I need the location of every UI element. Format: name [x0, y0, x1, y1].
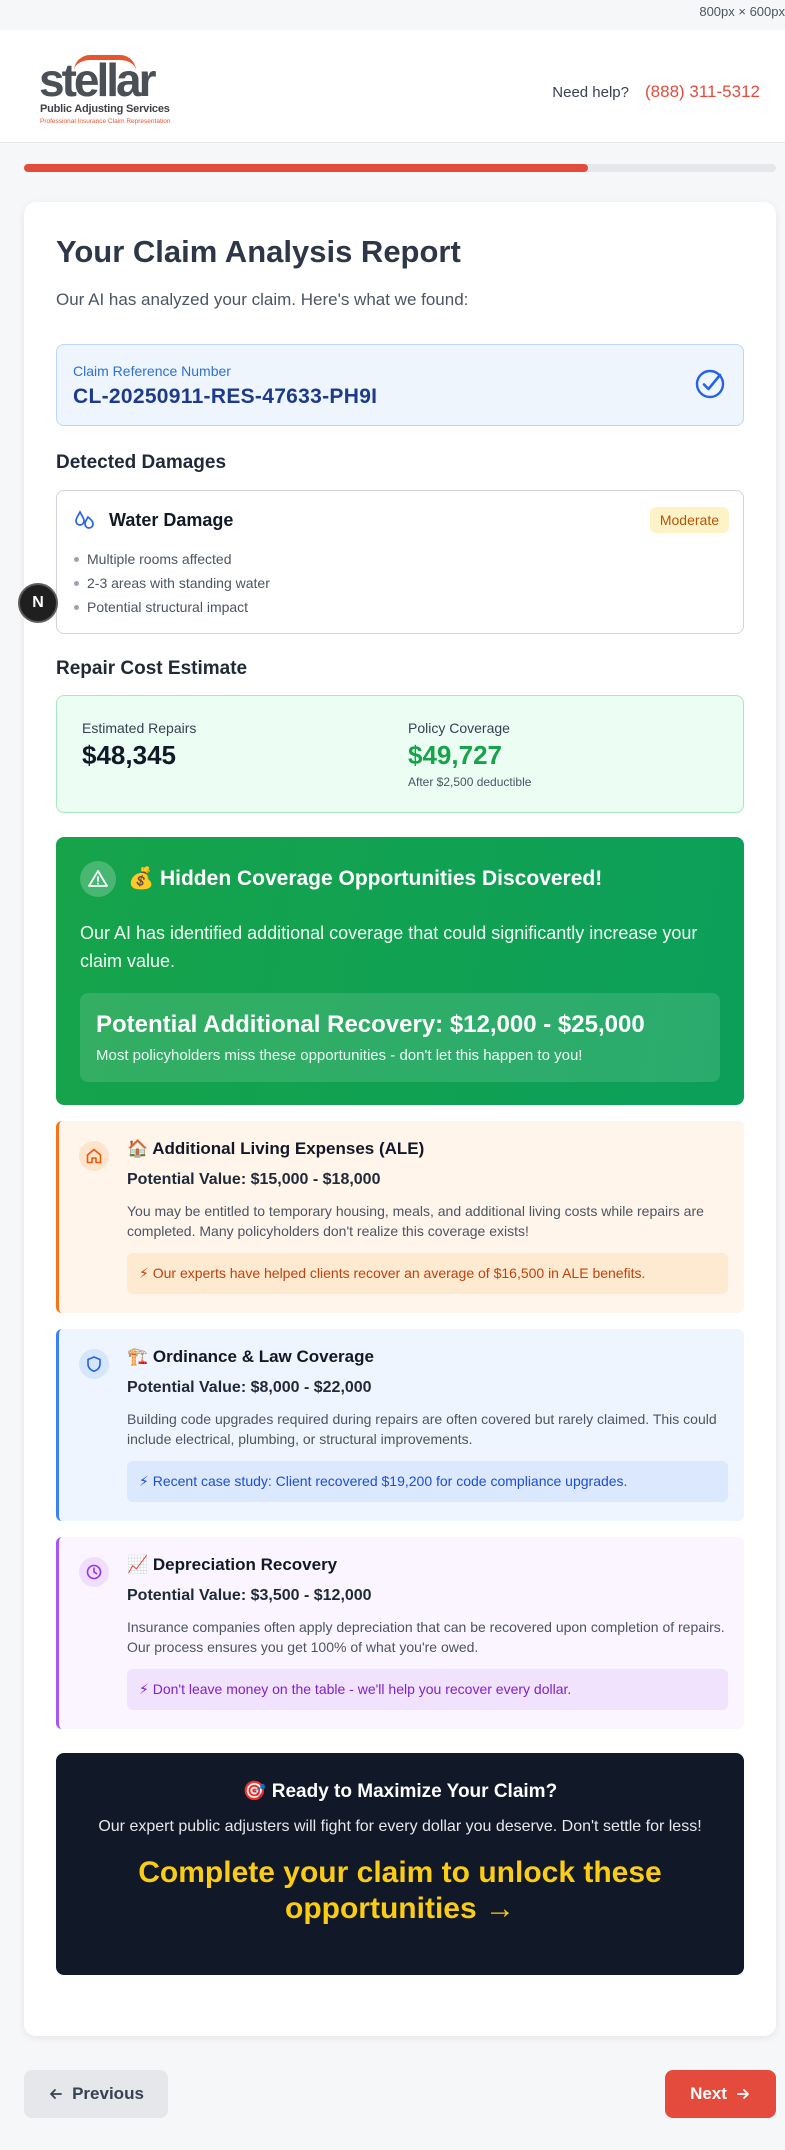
progress-fill	[24, 164, 588, 172]
phone-link[interactable]: (888) 311-5312	[645, 82, 760, 102]
next-button-label: Next	[690, 2084, 727, 2103]
potential-recovery-title: Potential Additional Recovery: $12,000 -…	[96, 1011, 645, 1038]
claim-reference-label: Claim Reference Number	[73, 363, 231, 379]
cta-banner: 🎯 Ready to Maximize Your Claim? Our expe…	[56, 1753, 744, 1975]
page-title: Your Claim Analysis Report	[56, 234, 461, 269]
page-subtitle: Our AI has analyzed your claim. Here's w…	[56, 290, 469, 309]
logo-subtitle: Public Adjusting Services	[40, 103, 170, 115]
hidden-coverage-banner: 💰 Hidden Coverage Opportunities Discover…	[56, 837, 744, 1105]
opportunity-tip: ⚡ Recent case study: Client recovered $1…	[127, 1461, 728, 1502]
progress-bar	[24, 164, 776, 172]
severity-badge: Moderate	[649, 507, 729, 533]
opportunity-description: Building code upgrades required during r…	[127, 1411, 717, 1447]
hidden-coverage-title: 💰 Hidden Coverage Opportunities Discover…	[128, 867, 603, 890]
opportunity-description: You may be entitled to temporary housing…	[127, 1203, 704, 1239]
damage-detail-item: 2-3 areas with standing water	[73, 571, 727, 595]
policy-coverage: Policy Coverage $49,727 After $2,500 ded…	[408, 720, 531, 789]
hidden-coverage-description: Our AI has identified additional coverag…	[80, 923, 698, 971]
shield-icon	[79, 1349, 109, 1379]
opportunity-title: 📈 Depreciation Recovery	[127, 1555, 338, 1574]
logo-tagline: Professional Insurance Claim Representat…	[40, 118, 171, 125]
viewport-size-label: 800px × 600px	[699, 4, 785, 19]
damage-card: Water Damage Moderate Multiple rooms aff…	[56, 490, 744, 634]
opportunity-title: 🏠 Additional Living Expenses (ALE)	[127, 1139, 425, 1158]
damage-details-list: Multiple rooms affected 2-3 areas with s…	[73, 547, 727, 619]
stellar-logo[interactable]: stellar Public Adjusting Services Profes…	[39, 54, 179, 129]
opportunity-card-ale: 🏠 Additional Living Expenses (ALE) Poten…	[56, 1121, 744, 1313]
opportunity-description: Insurance companies often apply deprecia…	[127, 1619, 725, 1655]
damage-detail-item: Potential structural impact	[73, 595, 727, 619]
water-drops-icon	[75, 510, 94, 529]
clock-icon	[79, 1557, 109, 1587]
estimated-repairs: Estimated Repairs $48,345	[82, 720, 196, 771]
opportunity-title: 🏗️ Ordinance & Law Coverage	[127, 1347, 374, 1366]
check-circle-icon	[695, 369, 725, 399]
opportunity-value: Potential Value: $8,000 - $22,000	[127, 1379, 372, 1396]
deductible-note: After $2,500 deductible	[408, 775, 532, 789]
claim-reference-box: Claim Reference Number CL-20250911-RES-4…	[56, 344, 744, 426]
dev-tools-badge[interactable]: N	[18, 583, 58, 623]
estimated-repairs-value: $48,345	[82, 740, 176, 770]
policy-coverage-value: $49,727	[408, 740, 502, 770]
repair-cost-heading: Repair Cost Estimate	[56, 658, 248, 679]
complete-claim-link[interactable]: Complete your claim to unlock these oppo…	[84, 1855, 716, 1927]
estimated-repairs-label: Estimated Repairs	[82, 720, 197, 736]
claim-reference-number: CL-20250911-RES-47633-PH9I	[73, 385, 378, 408]
opportunity-card-depreciation: 📈 Depreciation Recovery Potential Value:…	[56, 1537, 744, 1729]
previous-button[interactable]: Previous	[24, 2070, 168, 2118]
opportunity-value: Potential Value: $15,000 - $18,000	[127, 1171, 381, 1188]
cta-title: 🎯 Ready to Maximize Your Claim?	[242, 1781, 558, 1802]
opportunity-card-ordinance: 🏗️ Ordinance & Law Coverage Potential Va…	[56, 1329, 744, 1521]
report-card: Your Claim Analysis Report Our AI has an…	[24, 202, 776, 2036]
site-header: stellar Public Adjusting Services Profes…	[0, 30, 785, 143]
repair-cost-box: Estimated Repairs $48,345 Policy Coverag…	[56, 695, 744, 813]
policy-coverage-label: Policy Coverage	[408, 720, 510, 736]
alert-triangle-icon	[80, 861, 116, 897]
opportunity-tip: ⚡ Our experts have helped clients recove…	[127, 1253, 728, 1294]
damage-type: Water Damage	[109, 509, 234, 530]
opportunity-value: Potential Value: $3,500 - $12,000	[127, 1587, 372, 1604]
opportunity-tip: ⚡ Don't leave money on the table - we'll…	[127, 1669, 728, 1710]
logo-wordmark: stellar	[39, 54, 157, 106]
potential-recovery-box: Potential Additional Recovery: $12,000 -…	[80, 993, 720, 1082]
next-button[interactable]: Next	[665, 2070, 776, 2118]
previous-button-label: Previous	[72, 2084, 144, 2103]
help-contact: Need help? (888) 311-5312	[552, 82, 760, 102]
potential-recovery-subtitle: Most policyholders miss these opportunit…	[96, 1047, 583, 1064]
arrow-right-icon	[737, 2089, 749, 2099]
help-text: Need help?	[552, 83, 629, 101]
home-icon	[79, 1141, 109, 1171]
detected-damages-heading: Detected Damages	[56, 452, 227, 473]
damage-detail-item: Multiple rooms affected	[73, 547, 727, 571]
cta-description: Our expert public adjusters will fight f…	[98, 1818, 702, 1835]
arrow-left-icon	[50, 2089, 62, 2099]
